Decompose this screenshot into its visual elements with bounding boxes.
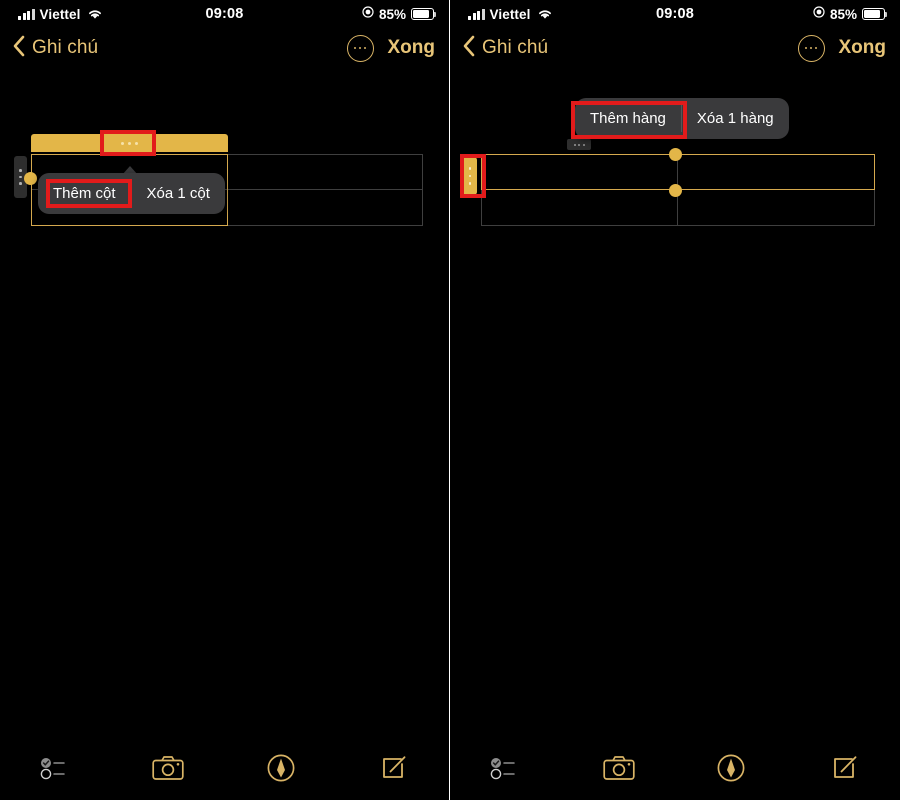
delete-column-menu-item[interactable]: Xóa 1 cột bbox=[132, 173, 225, 214]
table-cell[interactable] bbox=[677, 189, 875, 226]
resize-knob-icon[interactable] bbox=[669, 184, 682, 197]
markup-pen-icon bbox=[716, 753, 746, 788]
checklist-icon bbox=[489, 754, 523, 787]
back-button[interactable]: Ghi chú bbox=[462, 35, 548, 62]
resize-knob-icon[interactable] bbox=[669, 148, 682, 161]
status-bar-right: 85% bbox=[813, 0, 888, 28]
battery-icon bbox=[411, 8, 437, 20]
phone-screen-right: Viettel 09:08 85% Ghi chú Xong Thêm hàng… bbox=[450, 0, 900, 800]
ellipsis-circle-icon[interactable] bbox=[797, 34, 825, 62]
status-bar: Viettel 09:08 85% bbox=[450, 0, 900, 28]
navigation-bar: Ghi chú Xong bbox=[450, 28, 900, 68]
resize-knob-icon[interactable] bbox=[24, 172, 37, 185]
location-indicator-icon bbox=[362, 5, 374, 23]
checklist-button[interactable] bbox=[0, 754, 112, 787]
markup-pen-icon bbox=[266, 753, 296, 788]
note-body-right: Thêm hàng Xóa 1 hàng bbox=[450, 68, 900, 740]
add-column-menu-item[interactable]: Thêm cột bbox=[38, 173, 131, 214]
back-button-label: Ghi chú bbox=[482, 37, 549, 58]
screenshot-stage: Viettel 09:08 85% Ghi chú Xong Thêm cột … bbox=[0, 0, 900, 800]
table-cell[interactable] bbox=[227, 154, 423, 190]
add-row-menu-item[interactable]: Thêm hàng bbox=[575, 98, 681, 139]
battery-percent-label: 85% bbox=[378, 6, 406, 22]
table-cell[interactable] bbox=[227, 189, 423, 226]
table-cell[interactable] bbox=[481, 189, 678, 226]
navigation-bar-actions: Xong bbox=[797, 34, 887, 62]
bottom-toolbar-right bbox=[450, 740, 900, 800]
context-menu-left[interactable]: Thêm cột Xóa 1 cột bbox=[38, 173, 225, 214]
camera-icon bbox=[152, 755, 185, 786]
context-menu-right[interactable]: Thêm hàng Xóa 1 hàng bbox=[575, 98, 789, 139]
note-body-left: Thêm cột Xóa 1 cột bbox=[0, 68, 449, 740]
compose-icon bbox=[829, 753, 859, 788]
navigation-bar: Ghi chú Xong bbox=[0, 28, 449, 68]
camera-button[interactable] bbox=[563, 755, 676, 786]
compose-button[interactable] bbox=[337, 753, 449, 788]
done-button[interactable]: Xong bbox=[388, 37, 436, 59]
navigation-bar-actions: Xong bbox=[346, 34, 436, 62]
column-handle-dots-icon[interactable] bbox=[31, 134, 228, 152]
phone-screen-left: Viettel 09:08 85% Ghi chú Xong Thêm cột … bbox=[0, 0, 449, 800]
row-handle-dots-icon[interactable] bbox=[463, 157, 477, 195]
checklist-icon bbox=[39, 754, 73, 787]
status-bar: Viettel 09:08 85% bbox=[0, 0, 449, 28]
camera-icon bbox=[603, 755, 635, 786]
column-handle-dots-icon[interactable] bbox=[567, 139, 591, 150]
compose-button[interactable] bbox=[788, 753, 900, 788]
ellipsis-circle-icon[interactable] bbox=[346, 34, 374, 62]
bottom-toolbar-left bbox=[0, 740, 449, 800]
checklist-button[interactable] bbox=[450, 754, 563, 787]
location-indicator-icon bbox=[813, 5, 825, 23]
compose-icon bbox=[378, 753, 408, 788]
camera-button[interactable] bbox=[112, 755, 224, 786]
markup-button[interactable] bbox=[675, 753, 788, 788]
back-button[interactable]: Ghi chú bbox=[12, 35, 98, 62]
done-button[interactable]: Xong bbox=[839, 37, 887, 59]
delete-row-menu-item[interactable]: Xóa 1 hàng bbox=[682, 98, 789, 139]
back-button-label: Ghi chú bbox=[32, 37, 99, 58]
battery-percent-label: 85% bbox=[829, 6, 857, 22]
battery-icon bbox=[862, 8, 888, 20]
chevron-left-icon bbox=[12, 35, 25, 62]
status-bar-right: 85% bbox=[362, 0, 437, 28]
chevron-left-icon bbox=[462, 35, 475, 62]
markup-button[interactable] bbox=[225, 753, 337, 788]
